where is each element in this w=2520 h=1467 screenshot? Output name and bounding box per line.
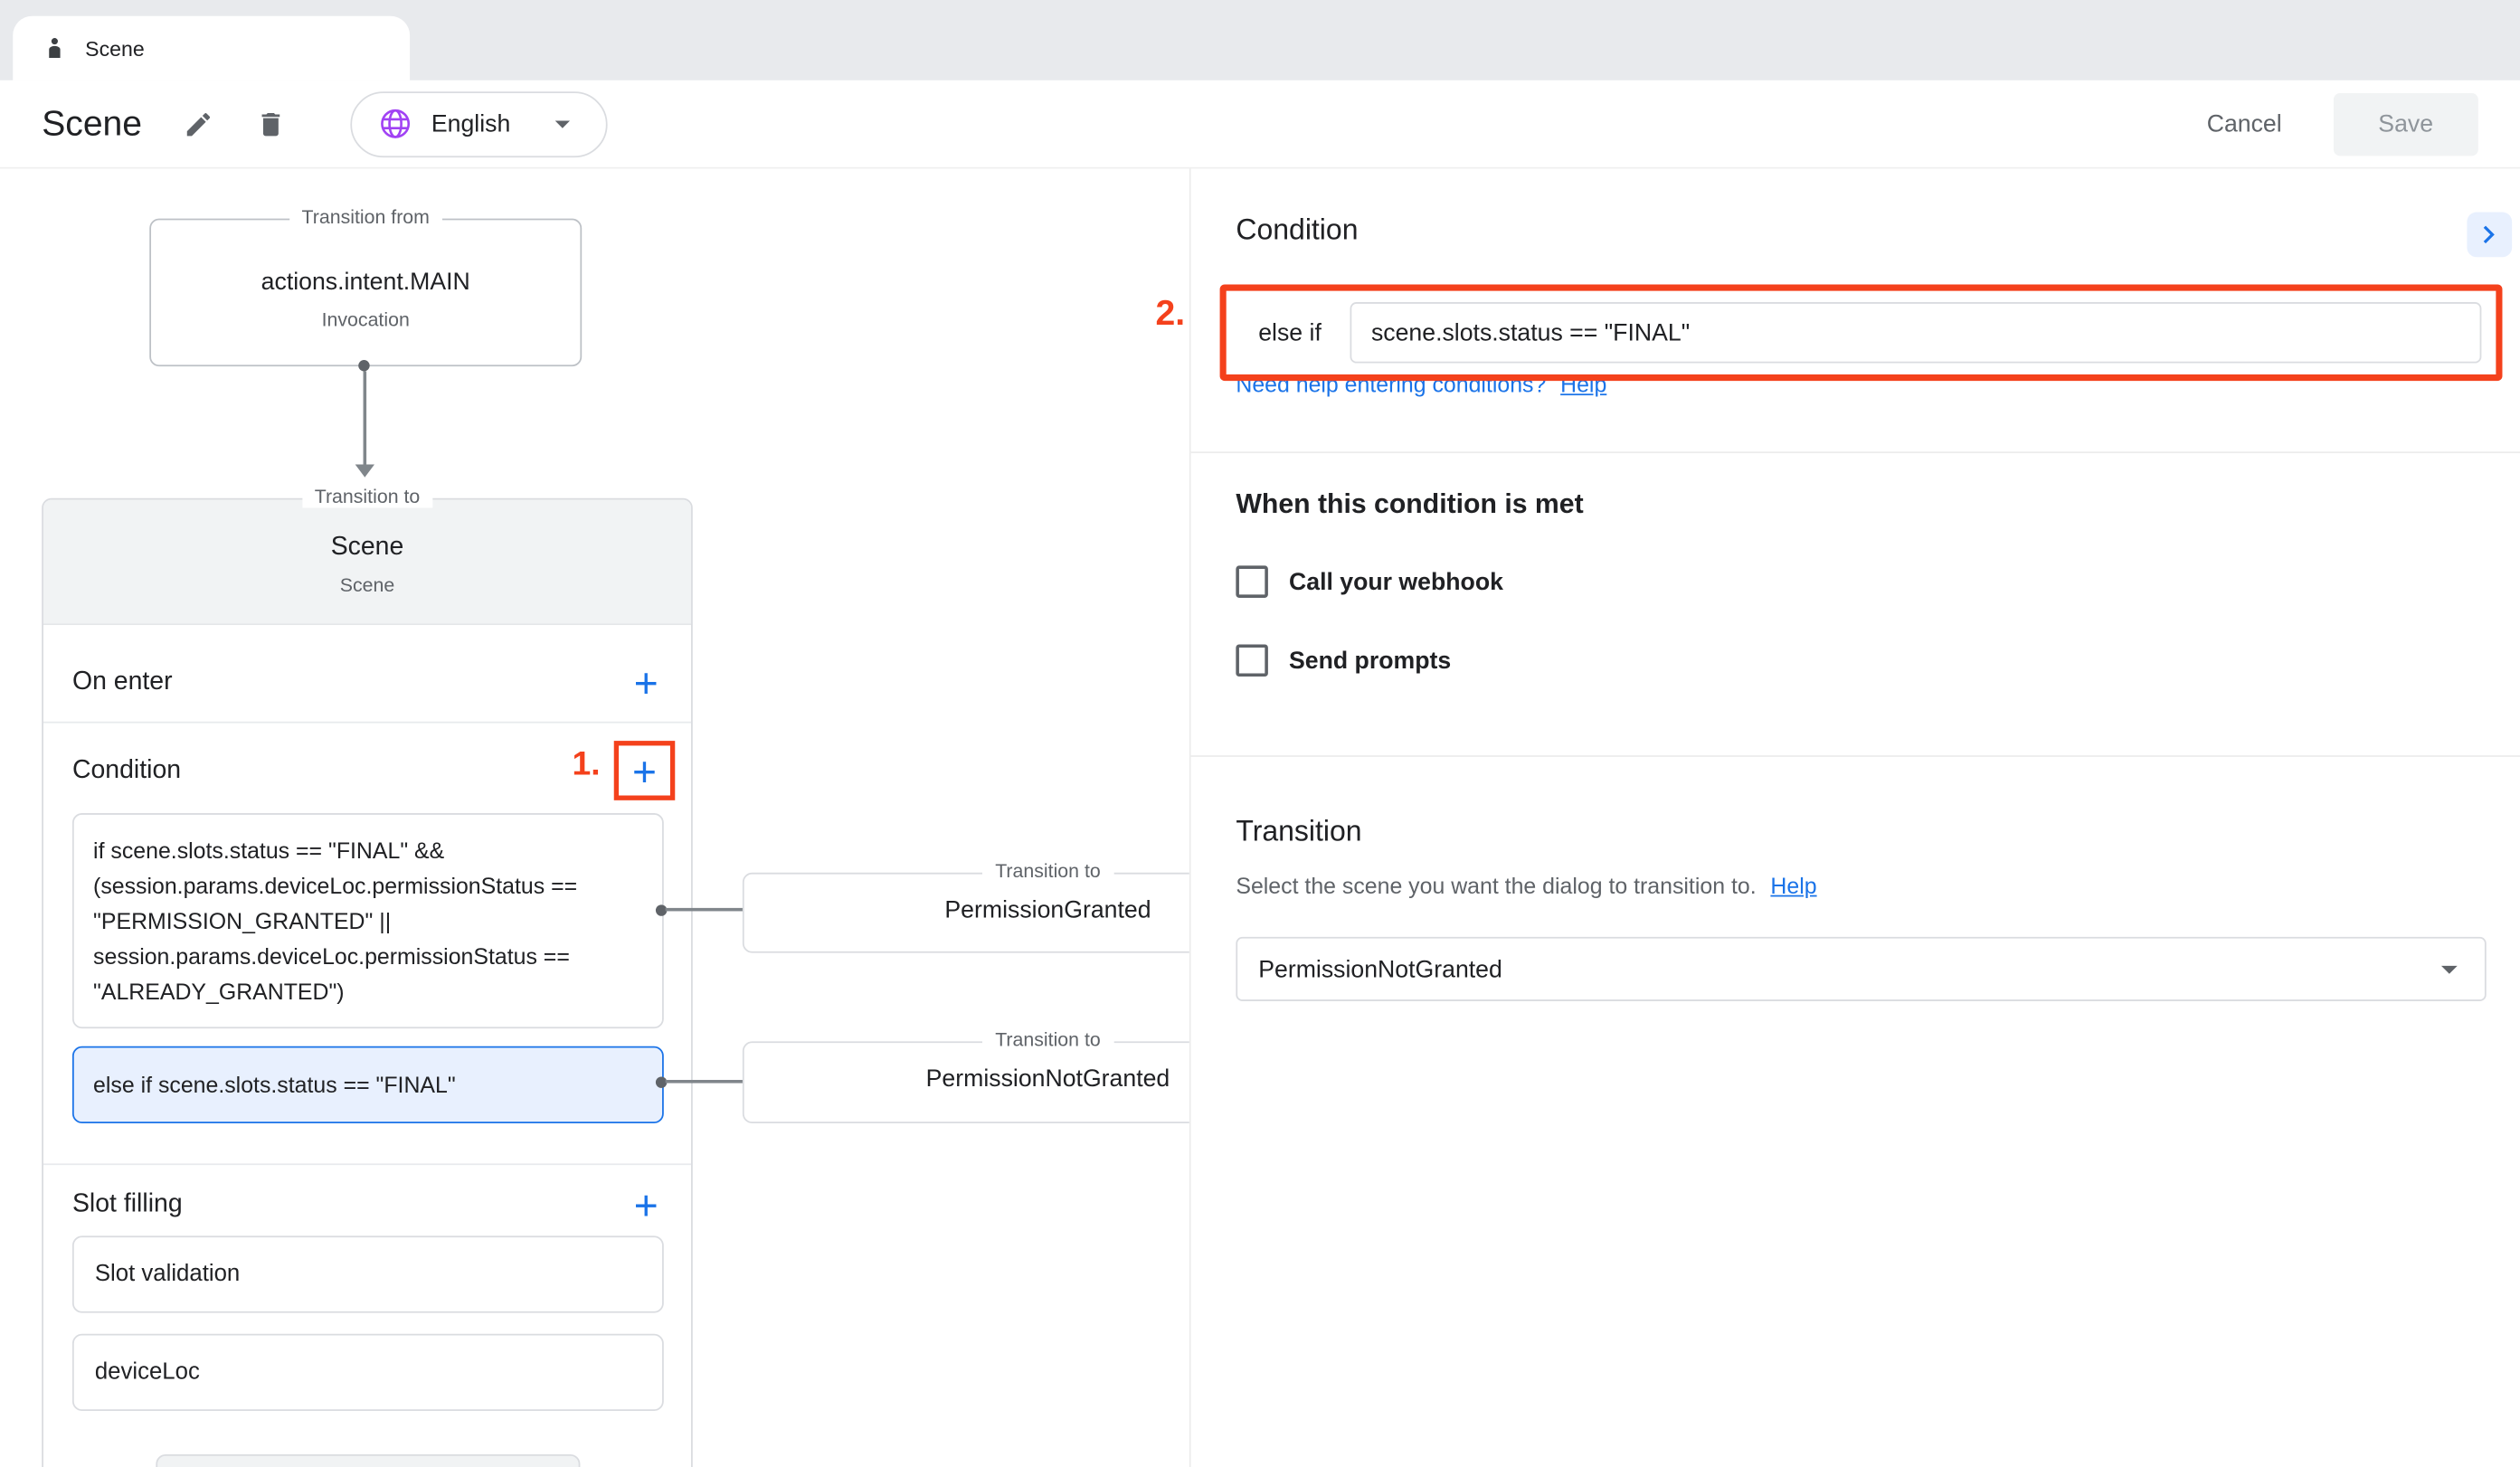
divider — [43, 1163, 691, 1165]
send-prompts-checkbox[interactable] — [1236, 644, 1268, 677]
panel-transition-heading: Transition — [1236, 815, 1361, 848]
condition-label: Condition — [72, 756, 181, 785]
page-title: Scene — [42, 103, 142, 145]
trash-icon — [256, 109, 287, 139]
transition-help-text: Select the scene you want the dialog to … — [1236, 873, 1756, 898]
delete-scene-button[interactable] — [250, 102, 293, 146]
else-if-label: else if — [1258, 319, 1322, 346]
add-slot-button[interactable]: + — [627, 1185, 666, 1226]
add-on-enter-button[interactable]: + — [627, 662, 666, 704]
transition-to-legend: Transition to — [982, 860, 1113, 883]
connector-line — [364, 371, 367, 464]
panel-condition-heading: Condition — [1236, 213, 1358, 247]
intent-subtitle: Invocation — [151, 308, 580, 331]
transition-scene-value: PermissionNotGranted — [1258, 955, 1502, 982]
next-section-stub — [156, 1454, 580, 1467]
browser-tab-strip: Scene — [0, 0, 2520, 80]
transition-from-legend: Transition from — [289, 205, 442, 228]
pencil-icon — [184, 109, 214, 139]
chevron-right-icon — [2472, 217, 2507, 252]
scene-node-card: Transition to Scene Scene On enter + Con… — [42, 498, 693, 1467]
scene-card-subtitle: Scene — [43, 573, 691, 596]
when-condition-met-heading: When this condition is met — [1236, 488, 1583, 521]
scene-card-header: Scene Scene — [43, 500, 691, 626]
save-button[interactable]: Save — [2334, 92, 2478, 155]
edit-scene-button[interactable] — [177, 102, 221, 146]
tab-title: Scene — [85, 36, 145, 61]
slot-item[interactable]: Slot validation — [72, 1235, 664, 1312]
scene-card-title: Scene — [43, 534, 691, 563]
transition-help-line: Select the scene you want the dialog to … — [1236, 873, 1816, 898]
annotation-highlight-box-1: + — [614, 741, 676, 800]
transition-to-legend: Transition to — [302, 486, 433, 508]
slot-filling-label: Slot filling — [72, 1191, 183, 1220]
transition-scene-dropdown[interactable]: PermissionNotGranted — [1236, 937, 2486, 1001]
condition-item[interactable]: if scene.slots.status == "FINAL" && (ses… — [72, 813, 664, 1028]
add-condition-button[interactable]: + — [625, 750, 664, 791]
collapse-panel-button[interactable] — [2467, 213, 2512, 258]
page-header: Scene English Cancel Save — [0, 80, 2520, 169]
call-webhook-option[interactable]: Call your webhook — [1236, 565, 1503, 598]
slot-item[interactable]: deviceLoc — [72, 1334, 664, 1411]
app-window: Scene Scene English Cancel Save — [0, 0, 2520, 1467]
transition-to-legend: Transition to — [982, 1028, 1113, 1051]
language-label: English — [431, 110, 510, 137]
send-prompts-option[interactable]: Send prompts — [1236, 644, 1451, 677]
divider — [1191, 755, 2520, 757]
intent-name: actions.intent.MAIN — [151, 269, 580, 296]
assistant-icon — [42, 35, 67, 61]
transition-from-node[interactable]: Transition from actions.intent.MAIN Invo… — [149, 219, 582, 366]
chevron-down-icon — [2430, 950, 2469, 989]
annotation-step-2: 2. — [1156, 292, 1186, 334]
annotation-step-1: 1. — [573, 745, 601, 784]
divider — [1191, 451, 2520, 453]
connector-dot — [358, 360, 369, 371]
chevron-down-icon — [545, 106, 580, 141]
connector-arrowhead — [355, 464, 374, 477]
send-prompts-checkbox-label: Send prompts — [1289, 647, 1451, 674]
on-enter-section: On enter + — [72, 649, 666, 717]
annotation-highlight-box-2: else if — [1220, 284, 2503, 381]
browser-tab[interactable]: Scene — [13, 16, 410, 80]
webhook-checkbox-label: Call your webhook — [1289, 568, 1503, 595]
globe-icon — [378, 106, 413, 141]
condition-input[interactable] — [1350, 302, 2482, 364]
on-enter-label: On enter — [72, 668, 173, 697]
slot-filling-section: Slot filling + — [72, 1175, 666, 1236]
cancel-button[interactable]: Cancel — [2178, 94, 2311, 154]
condition-item-selected[interactable]: else if scene.slots.status == "FINAL" — [72, 1046, 664, 1123]
transition-help-link[interactable]: Help — [1770, 873, 1816, 898]
divider — [43, 722, 691, 724]
language-selector[interactable]: English — [351, 90, 607, 156]
condition-detail-panel: Condition Need help entering conditions?… — [1189, 169, 2520, 1467]
webhook-checkbox[interactable] — [1236, 565, 1268, 598]
